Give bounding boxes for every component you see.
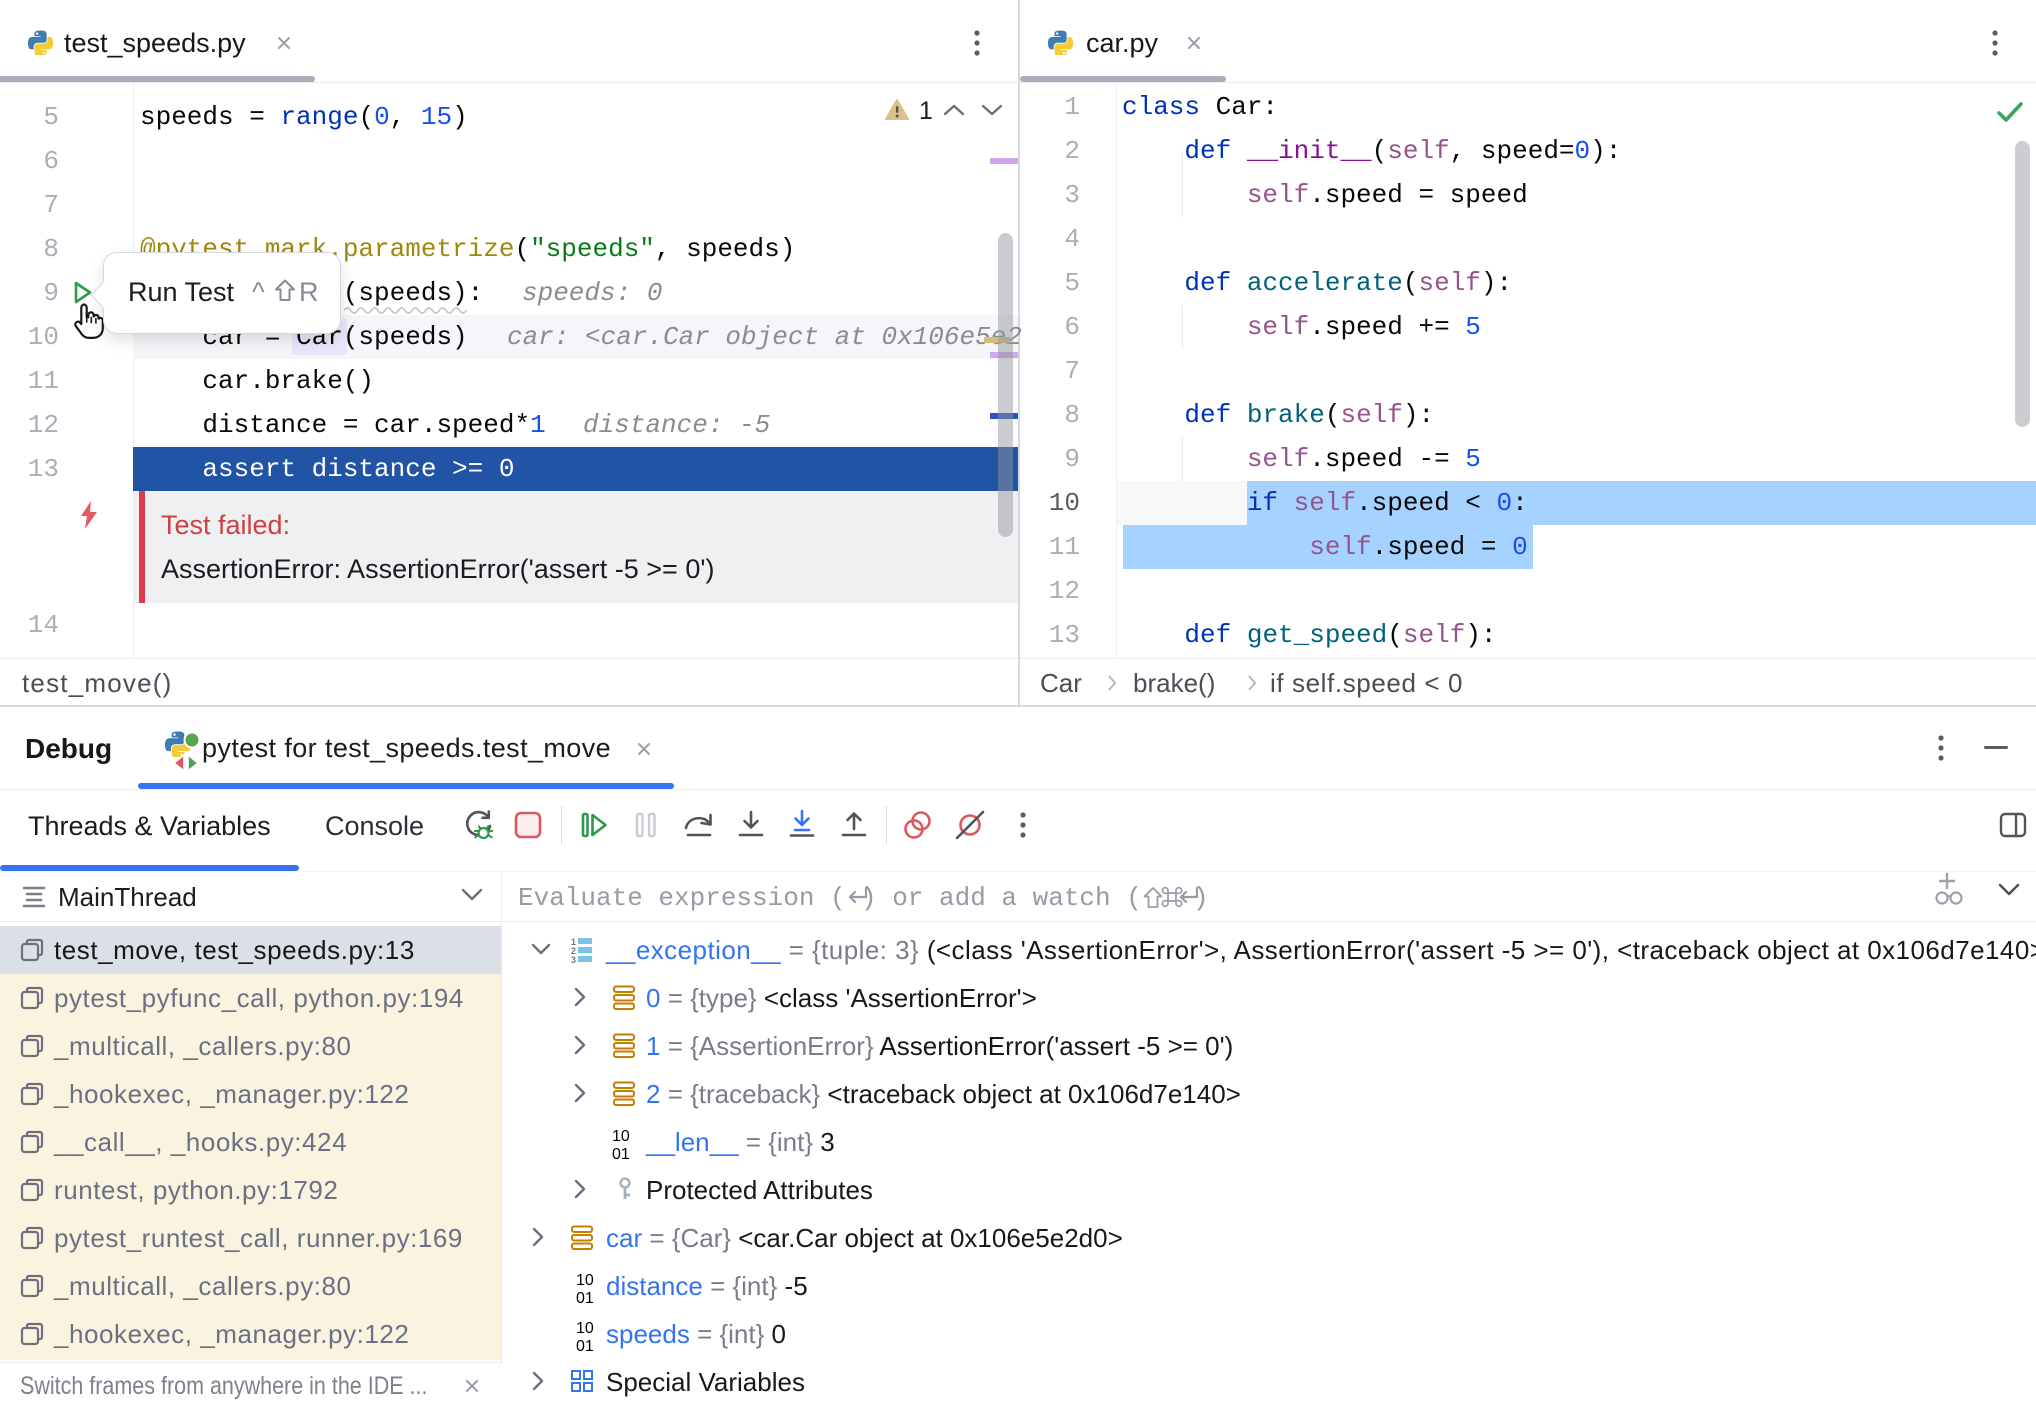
svg-text:3: 3 [571, 955, 576, 964]
